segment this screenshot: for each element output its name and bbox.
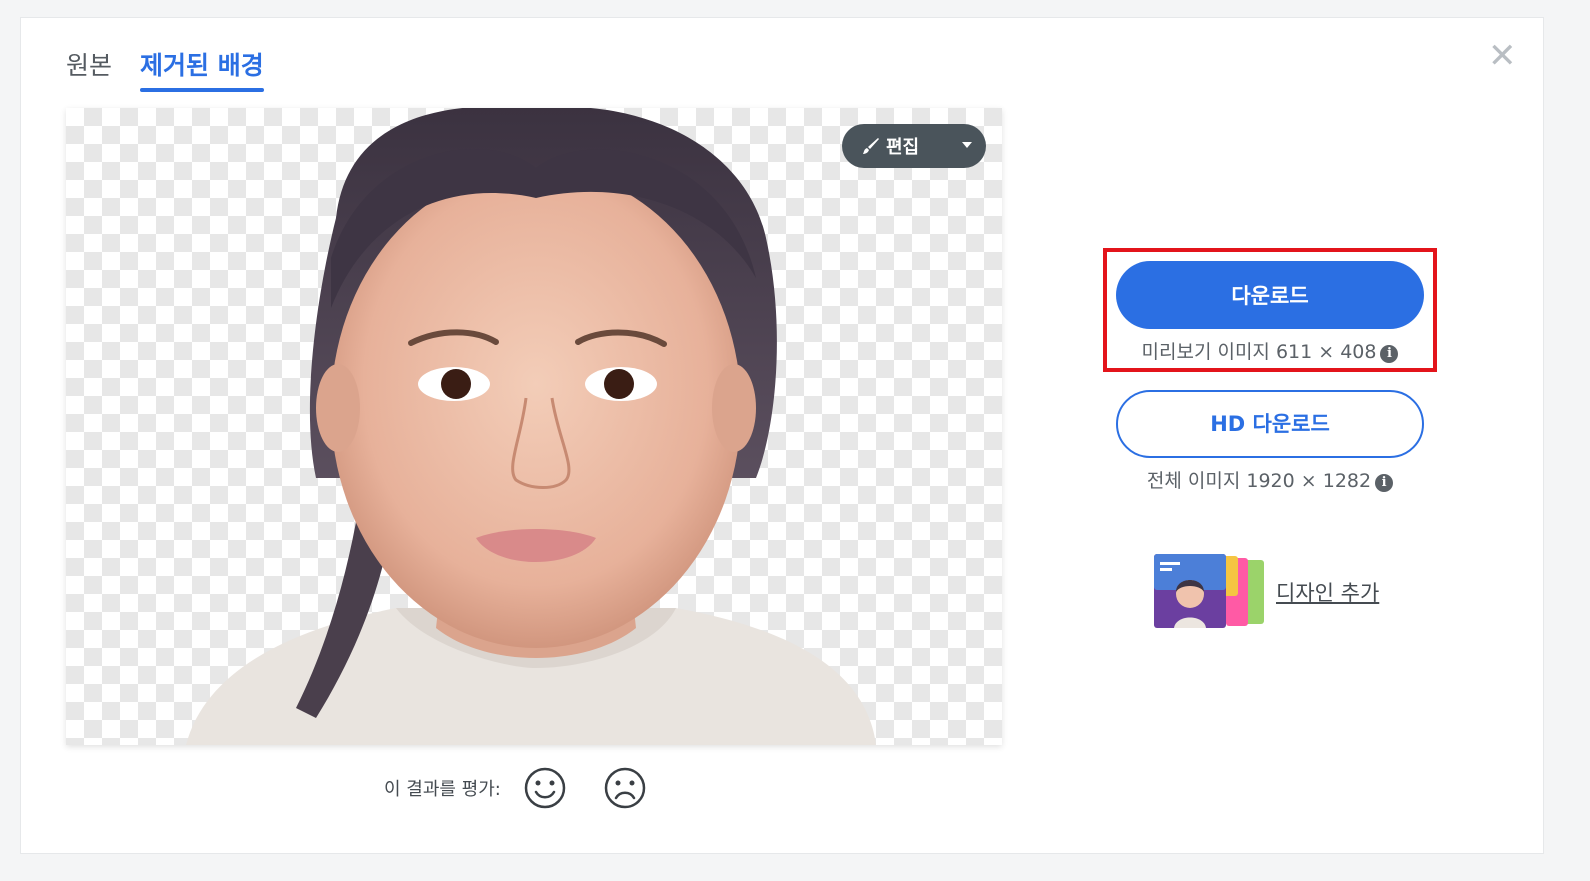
edit-button[interactable]: 편집	[842, 124, 986, 168]
portrait-cutout-image	[186, 108, 876, 745]
caret-down-icon[interactable]	[962, 142, 972, 148]
rating-bar: 이 결과를 평가:	[384, 765, 683, 811]
rating-label: 이 결과를 평가:	[384, 779, 501, 800]
close-icon[interactable]: ✕	[1488, 39, 1517, 73]
brush-icon	[863, 138, 879, 154]
smile-icon[interactable]	[523, 766, 567, 810]
tab-removed-background[interactable]: 제거된 배경	[140, 50, 264, 92]
full-image-size-text: 전체 이미지 1920 × 1282	[1146, 470, 1372, 492]
edit-button-label: 편집	[886, 137, 920, 158]
download-button[interactable]: 다운로드	[1116, 261, 1424, 329]
full-image-info: 전체 이미지 1920 × 1282 i	[1103, 466, 1437, 493]
design-thumbnail-icon[interactable]	[1150, 554, 1268, 630]
frown-icon[interactable]	[603, 766, 647, 810]
info-icon[interactable]: i	[1380, 345, 1399, 363]
add-design-link[interactable]: 디자인 추가	[1276, 577, 1379, 607]
info-icon[interactable]: i	[1375, 474, 1394, 492]
result-image-canvas	[66, 108, 1002, 745]
preview-image-size-text: 미리보기 이미지 611 × 408	[1141, 341, 1377, 363]
hd-download-button[interactable]: HD 다운로드	[1116, 390, 1424, 458]
tab-original[interactable]: 원본	[66, 50, 112, 82]
preview-image-info: 미리보기 이미지 611 × 408 i	[1103, 337, 1437, 364]
